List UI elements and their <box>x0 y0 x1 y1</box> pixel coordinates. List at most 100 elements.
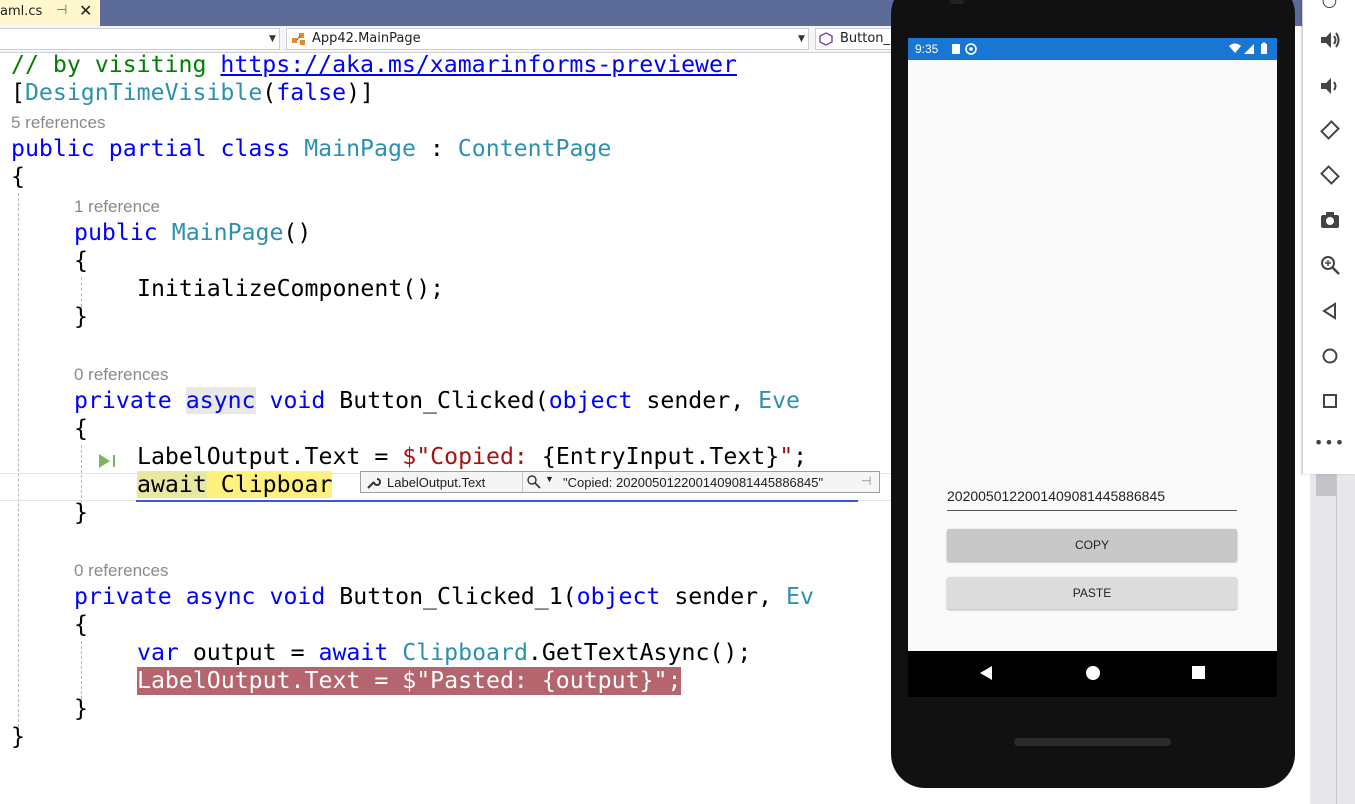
document-tab-mainpage-xaml-cs[interactable]: aml.cs ⊣ ✕ <box>0 0 100 28</box>
token: Clipboard <box>402 639 528 666</box>
code-line-brace: } <box>74 303 88 330</box>
comment-text: // by visiting <box>11 51 221 78</box>
indent-guide <box>18 193 19 727</box>
debugger-datatip[interactable]: LabelOutput.Text ▼ "Copied: 202005012200… <box>360 471 880 493</box>
indent-guide <box>81 641 82 699</box>
pin-icon[interactable]: ⊣ <box>861 474 871 488</box>
token: {EntryInput.Text} <box>541 443 780 470</box>
code-line-brace: } <box>74 695 88 722</box>
token: ( <box>262 79 277 106</box>
volume-up-icon[interactable] <box>1319 29 1341 51</box>
run-to-click-icon[interactable] <box>97 452 119 470</box>
code-line-method2: private async void Button_Clicked_1(obje… <box>74 583 814 611</box>
nav-overview-icon[interactable] <box>1191 665 1207 681</box>
paste-button[interactable]: PASTE <box>947 577 1237 609</box>
token: object <box>548 387 633 414</box>
code-line-brace: } <box>74 499 88 526</box>
token: partial <box>108 135 207 162</box>
close-icon[interactable]: ✕ <box>79 1 92 20</box>
token: void <box>269 387 326 414</box>
code-line-brace: { <box>74 247 88 274</box>
volume-down-icon[interactable] <box>1319 75 1341 97</box>
rotate-right-icon[interactable] <box>1319 164 1341 186</box>
token: LabelOutput.Text = <box>137 443 403 470</box>
nav-home-icon[interactable] <box>1085 665 1101 681</box>
code-line-breakpoint[interactable]: LabelOutput.Text = $"Pasted: {output}"; <box>137 667 682 695</box>
class-icon <box>292 33 305 45</box>
zoom-icon[interactable] <box>1319 254 1341 276</box>
scrollbar-thumb[interactable] <box>1316 474 1336 496</box>
code-line-get-text: var output = await Clipboard.GetTextAsyn… <box>137 639 751 667</box>
class-dropdown[interactable]: App42.MainPage ▼ <box>286 28 809 50</box>
token: sender, <box>660 583 787 610</box>
home-icon[interactable] <box>1319 345 1341 367</box>
android-nav-bar <box>908 651 1277 697</box>
magnifier-icon[interactable] <box>527 475 541 489</box>
chevron-down-icon: ▼ <box>269 34 276 44</box>
project-dropdown[interactable]: ▼ <box>0 28 280 50</box>
camera-icon[interactable] <box>1319 209 1341 231</box>
datatip-expression: LabelOutput.Text <box>387 475 486 490</box>
wifi-signal-battery-icons <box>1229 42 1267 54</box>
code-line-class-decl: public partial class MainPage : ContentP… <box>11 135 611 163</box>
token: Button_Clicked( <box>339 387 549 414</box>
power-icon[interactable]: ○ <box>1303 0 1355 12</box>
overview-icon[interactable] <box>1319 390 1341 412</box>
codelens-references[interactable]: 1 reference <box>74 197 160 217</box>
rotate-left-icon[interactable] <box>1319 119 1341 141</box>
code-line-ctor: public MainPage() <box>74 219 311 247</box>
token: output = <box>178 639 319 666</box>
speaker-grille <box>1014 738 1171 746</box>
code-line-brace: } <box>11 723 25 750</box>
pin-icon[interactable]: ⊣ <box>56 3 67 18</box>
class-dropdown-value: App42.MainPage <box>312 31 421 46</box>
code-line-brace: { <box>74 415 88 442</box>
camera-dot <box>950 0 964 4</box>
more-icon[interactable]: ••• <box>1303 432 1355 454</box>
token: sender, <box>632 387 759 414</box>
token: await <box>137 471 207 498</box>
token: void <box>269 583 326 610</box>
nav-back-icon[interactable] <box>978 665 994 681</box>
emulator-toolbar: ○ ••• <box>1302 0 1355 474</box>
token: )] <box>346 79 374 106</box>
app-screen <box>908 60 1277 651</box>
token: " <box>779 443 794 470</box>
token: () <box>283 219 312 246</box>
back-icon[interactable] <box>1319 300 1341 322</box>
codelens-references[interactable]: 5 references <box>11 113 106 133</box>
code-line-method1: private async void Button_Clicked(object… <box>74 387 800 415</box>
code-line-init: InitializeComponent(); <box>137 275 445 302</box>
previewer-link[interactable]: https://aka.ms/xamarinforms-previewer <box>220 51 737 78</box>
chevron-down-icon: ▼ <box>798 34 805 44</box>
token: Clipboar <box>206 471 333 498</box>
divider <box>1336 474 1337 804</box>
event-icon <box>819 32 833 46</box>
editor-scrollbar[interactable] <box>1310 474 1355 804</box>
token: public <box>11 135 95 162</box>
token: $"Copied: <box>402 443 542 470</box>
token: false <box>276 79 347 106</box>
status-time: 9:35 <box>915 42 939 56</box>
notification-icons <box>952 43 977 55</box>
token: private <box>74 387 172 414</box>
wrench-icon <box>367 478 381 489</box>
token: [ <box>11 79 25 106</box>
token: ContentPage <box>457 135 612 162</box>
code-line-await-clipboard: await Clipboar <box>137 471 333 499</box>
codelens-references[interactable]: 0 references <box>74 561 169 581</box>
token: public <box>74 219 158 246</box>
chevron-down-icon[interactable]: ▼ <box>545 474 554 484</box>
tab-label: aml.cs <box>0 4 43 19</box>
codelens-references[interactable]: 0 references <box>74 365 169 385</box>
token: var <box>137 639 179 666</box>
code-line-attribute: [DesignTimeVisible(false)] <box>11 79 374 107</box>
navigation-bar: ▼ App42.MainPage ▼ Button_ <box>0 26 905 53</box>
copy-button[interactable]: COPY <box>947 529 1237 561</box>
token: MainPage <box>171 219 284 246</box>
token: class <box>220 135 291 162</box>
code-line-brace: { <box>11 163 25 190</box>
token: Eve <box>758 387 800 414</box>
entry-input[interactable]: 2020050122001409081445886845 <box>947 488 1237 511</box>
token: async <box>185 583 256 610</box>
